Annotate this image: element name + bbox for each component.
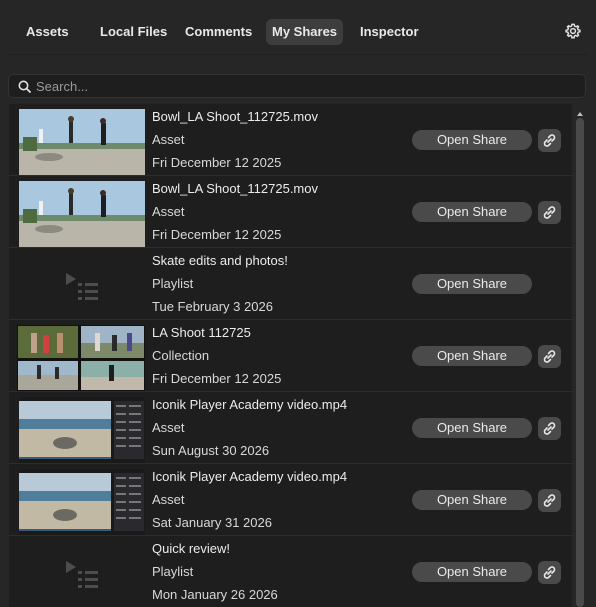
tab-comments[interactable]: Comments — [179, 19, 258, 45]
share-row: Bowl_LA Shoot_112725.mov Asset Fri Decem… — [9, 104, 572, 176]
share-date: Fri December 12 2025 — [152, 227, 282, 242]
share-title: Iconik Player Academy video.mp4 — [152, 469, 348, 484]
share-type: Playlist — [152, 276, 194, 291]
share-row: Quick review! Playlist Mon January 26 20… — [9, 536, 572, 607]
copy-link-button[interactable] — [538, 129, 561, 152]
share-date: Sat January 31 2026 — [152, 515, 272, 530]
link-icon — [543, 566, 556, 579]
open-share-button[interactable]: Open Share — [412, 202, 532, 222]
share-type: Asset — [152, 420, 185, 435]
copy-link-button[interactable] — [538, 417, 561, 440]
copy-link-button[interactable] — [538, 561, 561, 584]
share-type: Collection — [152, 348, 210, 363]
share-date: Fri December 12 2025 — [152, 155, 282, 170]
share-date: Tue February 3 2026 — [152, 299, 273, 314]
share-row: Bowl_LA Shoot_112725.mov Asset Fri Decem… — [9, 176, 572, 248]
share-date: Fri December 12 2025 — [152, 371, 282, 386]
share-title: Skate edits and photos! — [152, 253, 288, 268]
search-icon — [18, 80, 31, 93]
share-title: Iconik Player Academy video.mp4 — [152, 397, 348, 412]
gear-icon[interactable] — [564, 22, 582, 40]
share-row: LA Shoot 112725 Collection Fri December … — [9, 320, 572, 392]
share-row: Skate edits and photos! Playlist Tue Feb… — [9, 248, 572, 320]
open-share-button[interactable]: Open Share — [412, 346, 532, 366]
share-title: Bowl_LA Shoot_112725.mov — [152, 181, 318, 196]
tab-local-files[interactable]: Local Files — [94, 19, 173, 45]
share-row: Iconik Player Academy video.mp4 Asset Su… — [9, 392, 572, 464]
link-icon — [543, 206, 556, 219]
search-input[interactable] — [36, 75, 576, 97]
tab-my-shares[interactable]: My Shares — [266, 19, 344, 45]
share-type: Playlist — [152, 564, 194, 579]
playlist-icon — [19, 541, 145, 607]
video-thumbnail — [19, 469, 145, 535]
link-icon — [543, 422, 556, 435]
tab-inspector[interactable]: Inspector — [354, 19, 425, 45]
copy-link-button[interactable] — [538, 201, 561, 224]
open-share-button[interactable]: Open Share — [412, 130, 532, 150]
open-share-button[interactable]: Open Share — [412, 562, 532, 582]
scroll-up-arrow-icon[interactable] — [574, 106, 586, 116]
scrollbar-thumb[interactable] — [576, 118, 584, 607]
video-thumbnail — [19, 397, 145, 463]
shares-list: Bowl_LA Shoot_112725.mov Asset Fri Decem… — [9, 104, 572, 607]
video-thumbnail — [19, 109, 145, 175]
share-title: LA Shoot 112725 — [152, 325, 251, 340]
share-type: Asset — [152, 204, 185, 219]
share-title: Quick review! — [152, 541, 231, 556]
copy-link-button[interactable] — [538, 489, 561, 512]
link-icon — [543, 350, 556, 363]
link-icon — [543, 134, 556, 147]
collection-thumbnail — [17, 325, 145, 391]
link-icon — [543, 494, 556, 507]
video-thumbnail — [19, 181, 145, 247]
top-bar: Assets Local Files Comments My Shares In… — [0, 0, 596, 60]
open-share-button[interactable]: Open Share — [412, 418, 532, 438]
tab-assets[interactable]: Assets — [20, 19, 75, 45]
open-share-button[interactable]: Open Share — [412, 490, 532, 510]
share-date: Mon January 26 2026 — [152, 587, 278, 602]
copy-link-button[interactable] — [538, 345, 561, 368]
playlist-icon — [19, 253, 145, 319]
share-type: Asset — [152, 492, 185, 507]
share-type: Asset — [152, 132, 185, 147]
share-row: Iconik Player Academy video.mp4 Asset Sa… — [9, 464, 572, 536]
search-field[interactable] — [8, 74, 586, 98]
tab-divider — [8, 54, 588, 55]
share-title: Bowl_LA Shoot_112725.mov — [152, 109, 318, 124]
open-share-button[interactable]: Open Share — [412, 274, 532, 294]
share-date: Sun August 30 2026 — [152, 443, 270, 458]
